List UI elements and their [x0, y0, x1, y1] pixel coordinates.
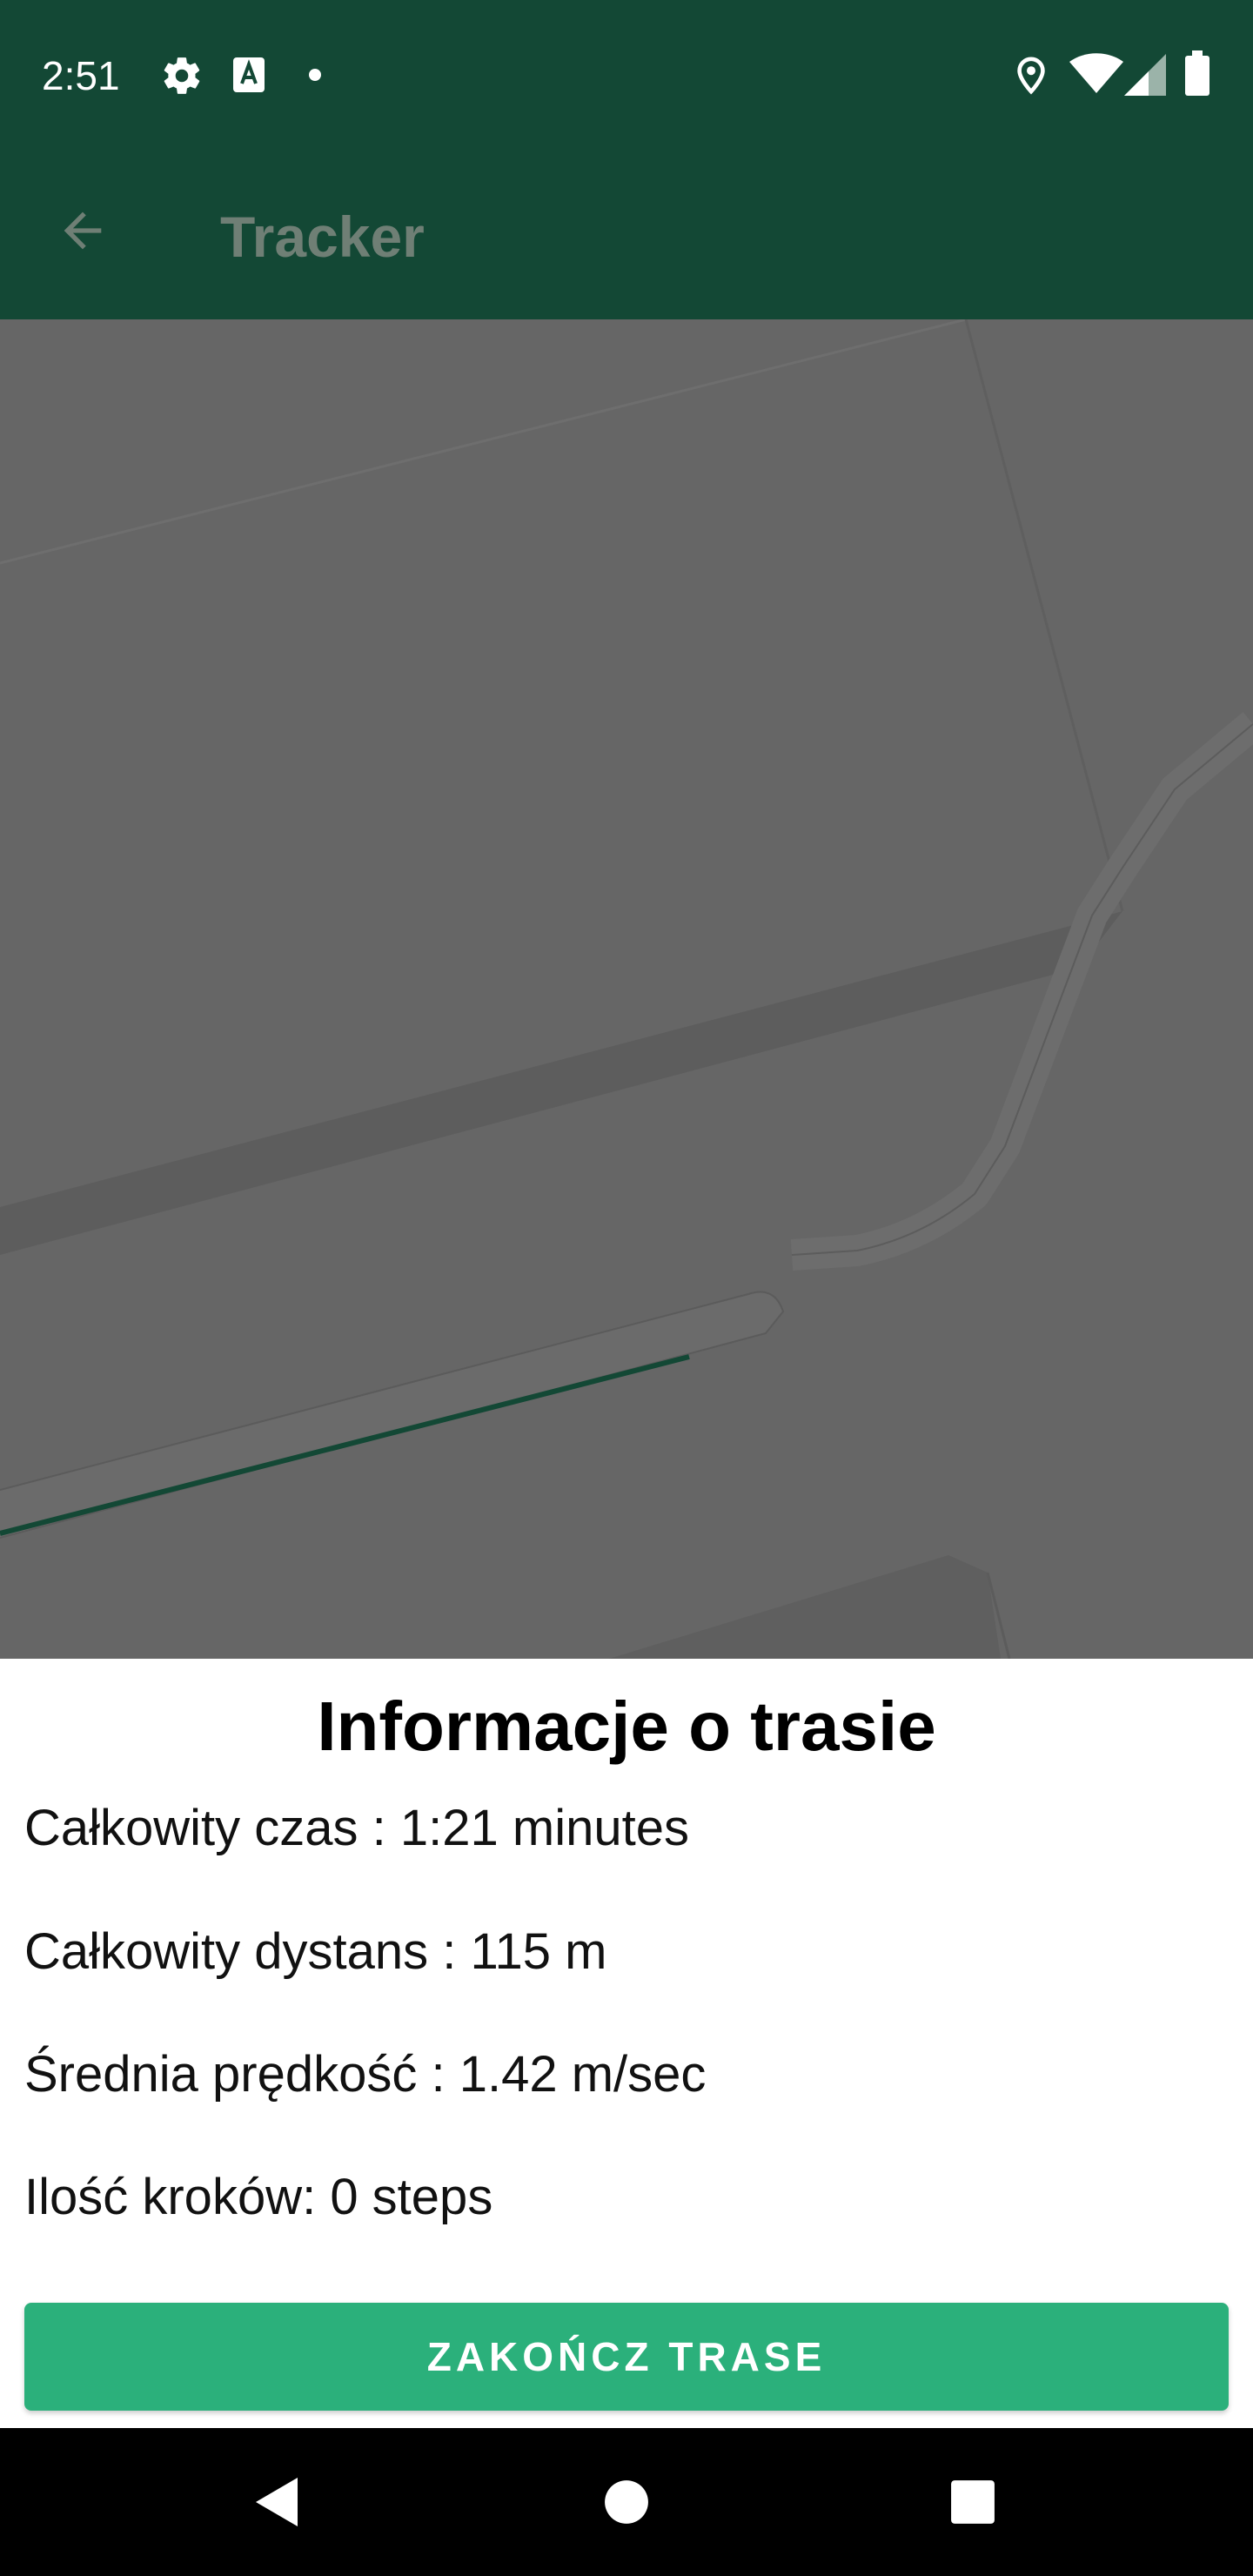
map-view[interactable]	[0, 319, 1253, 1659]
map-canvas	[0, 319, 1253, 1659]
route-line	[0, 1354, 690, 1536]
recents-square-icon	[951, 2480, 995, 2524]
back-button[interactable]	[35, 183, 131, 278]
nav-home-button[interactable]	[583, 2459, 670, 2546]
route-info-title: Informacje o trasie	[317, 1687, 936, 1765]
wifi-icon	[1069, 53, 1123, 93]
home-circle-icon	[605, 2480, 648, 2524]
arrow-left-icon	[64, 211, 102, 250]
back-triangle-icon	[256, 2478, 298, 2526]
battery-icon	[1185, 50, 1209, 96]
finish-route-button[interactable]: ZAKOŃCZ TRASE	[24, 2303, 1229, 2411]
status-time: 2:51	[42, 53, 120, 98]
settings-icon	[164, 57, 200, 94]
system-nav-bar	[0, 2428, 1253, 2576]
steps-text: Ilość kroków: 0 steps	[24, 2169, 493, 2225]
app-bar: Tracker	[0, 148, 1253, 319]
dot-icon	[309, 69, 321, 81]
location-icon	[1017, 57, 1045, 95]
text-a-icon	[233, 57, 265, 92]
avg-speed-text: Średnia prędkość : 1.42 m/sec	[24, 2046, 707, 2103]
status-bar: 2:51	[0, 0, 1253, 148]
nav-recents-button[interactable]	[929, 2459, 1016, 2546]
total-time-text: Całkowity czas : 1:21 minutes	[24, 1800, 689, 1856]
app-title: Tracker	[220, 205, 425, 269]
signal-icon	[1124, 54, 1166, 96]
nav-back-button[interactable]	[233, 2459, 320, 2546]
total-distance-text: Całkowity dystans : 115 m	[24, 1923, 607, 1980]
route-info-panel: Informacje o trasie Całkowity czas : 1:2…	[0, 1659, 1253, 2428]
